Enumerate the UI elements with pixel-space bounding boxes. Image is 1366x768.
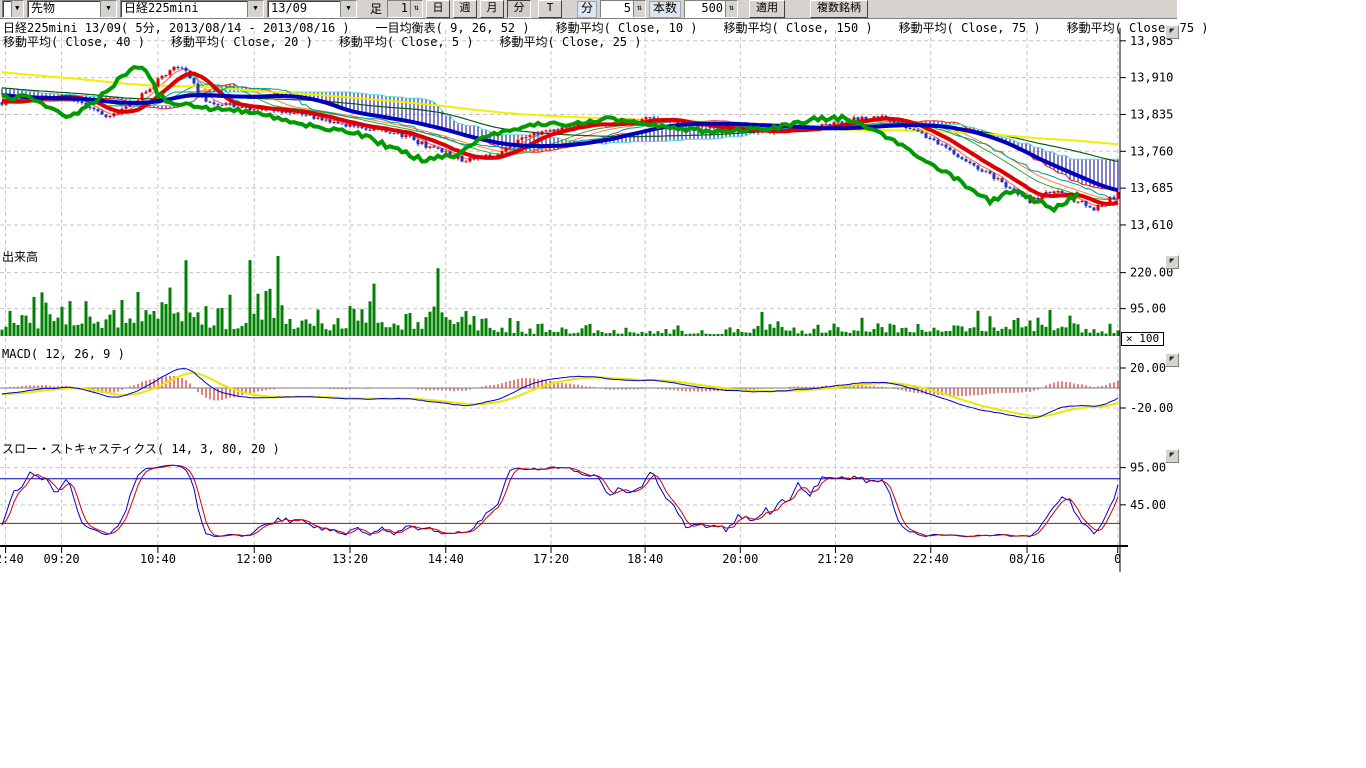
unit-spinner[interactable]: 5 ⇅: [600, 0, 646, 18]
svg-text:14:40: 14:40: [428, 552, 464, 566]
symbol-combobox[interactable]: 日経225mini ▼: [120, 0, 264, 18]
svg-text:45.00: 45.00: [1130, 498, 1166, 512]
toolbar: ▼ 先物 ▼ 日経225mini ▼ 13/09 ▼ 足 1 ⇅ 日 週 月 分…: [0, 0, 1177, 19]
svg-text:-20.00: -20.00: [1130, 401, 1173, 415]
mini-combobox-value: [3, 1, 11, 17]
legend-ma75b: 移動平均( Close, 75 ): [1067, 22, 1209, 35]
svg-text:20.00: 20.00: [1130, 361, 1166, 375]
chevron-down-icon[interactable]: ▼: [340, 1, 356, 17]
instrument-type-value: 先物: [28, 1, 100, 17]
svg-text:08/16: 08/16: [1009, 552, 1045, 566]
svg-text:20:00: 20:00: [722, 552, 758, 566]
legend-symbol-range: 日経225mini 13/09( 5分, 2013/08/14 - 2013/0…: [3, 22, 350, 35]
interval-spinner[interactable]: 1 ⇅: [387, 0, 423, 18]
instrument-type-combobox[interactable]: 先物 ▼: [27, 0, 117, 18]
svg-text:22:40: 22:40: [913, 552, 949, 566]
spinner-updown-icon[interactable]: ⇅: [633, 1, 645, 17]
unit-label: 分: [577, 1, 597, 18]
volume-multiplier-badge: × 100: [1121, 332, 1164, 346]
legend-ma25: 移動平均( Close, 25 ): [500, 36, 642, 49]
svg-text:13,760: 13,760: [1130, 144, 1173, 158]
period-minute-button[interactable]: 分: [507, 0, 531, 18]
svg-text:10:40: 10:40: [140, 552, 176, 566]
spinner-updown-icon[interactable]: ⇅: [410, 1, 422, 17]
app-window: 02:40 09:20 10:40 12:00 13:20 14:40 17:20 18:40…: [0, 0, 1366, 768]
svg-text:18:40: 18:40: [627, 552, 663, 566]
svg-text:12:00: 12:00: [236, 552, 272, 566]
svg-text:95.00: 95.00: [1130, 302, 1166, 316]
svg-text:21:20: 21:20: [817, 552, 853, 566]
legend-ma5: 移動平均( Close, 5 ): [339, 36, 474, 49]
legend-ma40: 移動平均( Close, 40 ): [3, 36, 145, 49]
svg-text:09:20: 09:20: [44, 552, 80, 566]
price-panel-collapse-icon[interactable]: ◤: [1165, 25, 1179, 39]
unit-value: 5: [601, 1, 633, 17]
volume-panel-title: 出来高: [2, 251, 38, 264]
legend-ma10: 移動平均( Close, 10 ): [556, 22, 698, 35]
svg-text:13,610: 13,610: [1130, 218, 1173, 232]
legend-ma20: 移動平均( Close, 20 ): [171, 36, 313, 49]
volume-panel-collapse-icon[interactable]: ◤: [1165, 255, 1179, 269]
legend-ma75a: 移動平均( Close, 75 ): [899, 22, 1041, 35]
period-day-button[interactable]: 日: [426, 0, 450, 18]
stoch-panel-collapse-icon[interactable]: ◤: [1165, 449, 1179, 463]
mini-combobox[interactable]: ▼: [2, 0, 24, 18]
contract-month-combobox[interactable]: 13/09 ▼: [267, 0, 357, 18]
svg-text:13,910: 13,910: [1130, 71, 1173, 85]
chevron-down-icon[interactable]: ▼: [100, 1, 116, 17]
svg-text:13,685: 13,685: [1130, 181, 1173, 195]
legend-row-1: 日経225mini 13/09( 5分, 2013/08/14 - 2013/0…: [3, 22, 1209, 35]
bar-count-spinner[interactable]: 500 ⇅: [684, 0, 738, 18]
svg-text:13,835: 13,835: [1130, 107, 1173, 121]
chevron-down-icon[interactable]: ▼: [11, 1, 23, 17]
legend-ma150: 移動平均( Close, 150 ): [724, 22, 873, 35]
svg-text:17:20: 17:20: [533, 552, 569, 566]
multi-symbol-button[interactable]: 複数銘柄: [810, 0, 868, 18]
macd-panel-collapse-icon[interactable]: ◤: [1165, 353, 1179, 367]
symbol-value: 日経225mini: [121, 1, 247, 17]
interval-value: 1: [388, 1, 410, 17]
spinner-updown-icon[interactable]: ⇅: [725, 1, 737, 17]
bar-type-label: 足: [368, 2, 384, 17]
legend-ichimoku: 一目均衡表( 9, 26, 52 ): [376, 22, 530, 35]
chevron-down-icon[interactable]: ▼: [247, 1, 263, 17]
bar-count-value: 500: [685, 1, 725, 17]
bar-count-label: 本数: [649, 1, 681, 18]
legend-row-2: 移動平均( Close, 40 ) 移動平均( Close, 20 ) 移動平均…: [3, 36, 641, 49]
svg-text:13:20: 13:20: [332, 552, 368, 566]
contract-month-value: 13/09: [268, 1, 340, 17]
period-month-button[interactable]: 月: [480, 0, 504, 18]
svg-text:95.00: 95.00: [1130, 461, 1166, 475]
stoch-panel-title: スロー・ストキャスティクス( 14, 3, 80, 20 ): [2, 443, 280, 456]
apply-button[interactable]: 適用: [749, 0, 785, 18]
chart-canvas[interactable]: 02:40 09:20 10:40 12:00 13:20 14:40 17:20 18:40…: [0, 0, 1366, 768]
period-tick-button[interactable]: T: [538, 0, 562, 18]
macd-panel-title: MACD( 12, 26, 9 ): [2, 348, 125, 361]
period-week-button[interactable]: 週: [453, 0, 477, 18]
svg-text:02:40: 02:40: [0, 552, 24, 566]
